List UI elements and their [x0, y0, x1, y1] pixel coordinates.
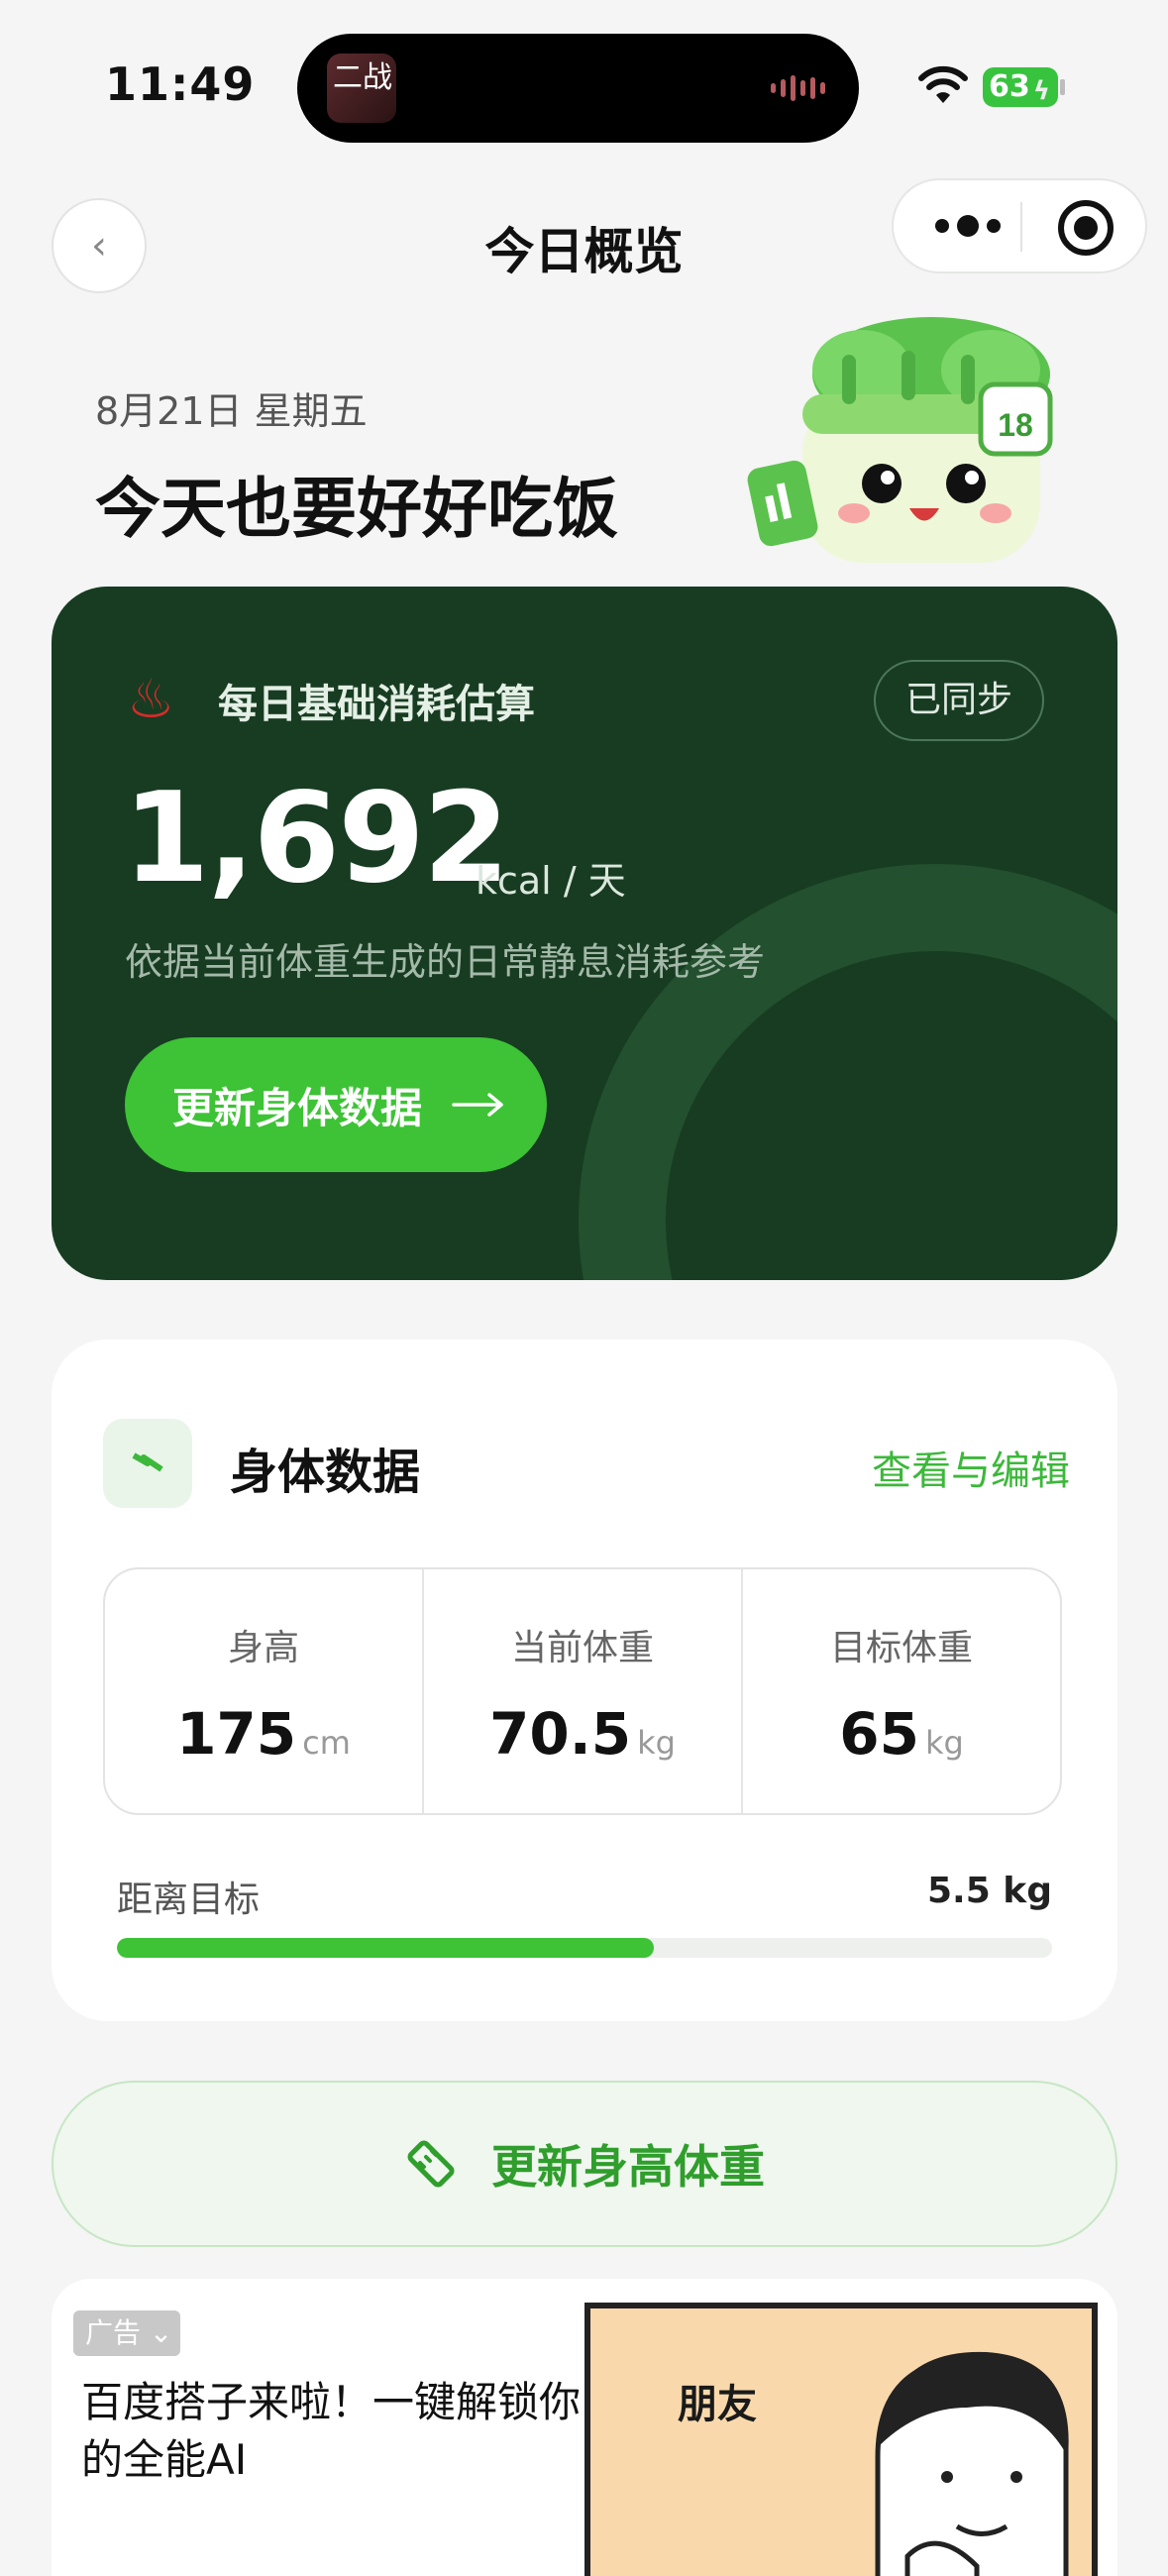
more-icon[interactable] [923, 206, 1012, 246]
ad-image[interactable]: 朋友 [584, 2303, 1098, 2576]
view-edit-link[interactable]: 查看与编辑 [872, 1439, 1070, 1496]
metric-label: 当前体重 [510, 1628, 654, 1668]
bmr-value: 1,692 [123, 765, 510, 911]
metric-value: 70.5 [489, 1700, 632, 1768]
battery-cap [1060, 79, 1065, 95]
bolt-icon [132, 1452, 163, 1472]
mascot-badge: 18 [998, 407, 1033, 443]
metric-current-weight: 当前体重 70.5 kg [424, 1569, 743, 1813]
body-data-card: 身体数据 查看与编辑 身高 175 cm 当前体重 70.5 kg 目标体重 65 k… [52, 1340, 1117, 2021]
wifi-icon [918, 65, 968, 103]
update-body-data-button[interactable]: 更新身体数据 [125, 1037, 547, 1172]
metric-label: 目标体重 [829, 1628, 973, 1668]
ad-tag[interactable]: 广告 ⌄ [73, 2310, 180, 2356]
metric-unit: cm [302, 1724, 351, 1762]
audio-wave-icon [771, 73, 825, 103]
ad-character-illustration [875, 2351, 1069, 2576]
ruler-icon [407, 2140, 455, 2188]
ad-image-text: 朋友 [678, 2382, 757, 2427]
metric-value: 65 [839, 1700, 919, 1768]
bmr-card: ♨ 每日基础消耗估算 已同步 1,692 kcal / 天 依据当前体重生成的日… [52, 587, 1117, 1280]
sync-status-badge: 已同步 [874, 660, 1044, 741]
metric-unit: kg [924, 1724, 964, 1762]
update-height-weight-label: 更新身高体重 [491, 2140, 765, 2194]
metric-label: 身高 [227, 1628, 299, 1668]
metric-value-row: 175 cm [105, 1700, 422, 1768]
bmr-unit: kcal / 天 [476, 859, 626, 903]
progress-fill [117, 1938, 654, 1958]
body-data-title: 身体数据 [230, 1445, 421, 1500]
battery-indicator: 63 ϟ [983, 67, 1058, 107]
chevron-down-icon: ⌄ [141, 2316, 173, 2349]
metric-height: 身高 175 cm [105, 1569, 424, 1813]
metric-value-row: 65 kg [743, 1700, 1060, 1768]
charging-icon: ϟ [1032, 76, 1050, 106]
metric-unit: kg [637, 1724, 676, 1762]
cabbage-mascot-icon: 18 [747, 317, 1053, 563]
distance-value: 5.5 kg [926, 1871, 1052, 1911]
bmr-description: 依据当前体重生成的日常静息消耗参考 [125, 940, 766, 984]
dynamic-island[interactable]: 二战 [297, 34, 859, 143]
bmr-title: 每日基础消耗估算 [218, 682, 535, 727]
capsule-divider [1020, 202, 1022, 252]
ad-banner[interactable]: 广告 ⌄ 百度搭子来啦！一键解锁你的全能AI 朋友 [52, 2279, 1117, 2576]
status-time: 11:49 [105, 57, 256, 111]
battery-level: 63 [989, 69, 1030, 104]
metrics-panel: 身高 175 cm 当前体重 70.5 kg 目标体重 65 kg [103, 1567, 1062, 1815]
distance-label: 距离目标 [117, 1879, 261, 1920]
flame-icon: ♨ [127, 668, 175, 730]
decorative-ring [579, 864, 1117, 1280]
target-icon[interactable] [1058, 200, 1114, 256]
progress-track [117, 1938, 1052, 1958]
greeting-heading: 今天也要好好吃饭 [95, 471, 618, 547]
bolt-icon-box [103, 1419, 192, 1508]
ad-tag-label: 广告 [85, 2316, 142, 2349]
date-label: 8月21日 星期五 [95, 389, 368, 433]
metric-value-row: 70.5 kg [424, 1700, 741, 1768]
metric-value: 175 [176, 1700, 297, 1768]
arrow-right-icon [452, 1093, 503, 1117]
ad-text: 百度搭子来啦！一键解锁你的全能AI [81, 2378, 582, 2484]
update-body-data-label: 更新身体数据 [172, 1083, 423, 1132]
miniprogram-capsule [892, 178, 1147, 273]
island-app-thumbnail: 二战 [327, 54, 396, 123]
metric-target-weight: 目标体重 65 kg [743, 1569, 1060, 1813]
update-height-weight-button[interactable]: 更新身高体重 [52, 2081, 1117, 2247]
